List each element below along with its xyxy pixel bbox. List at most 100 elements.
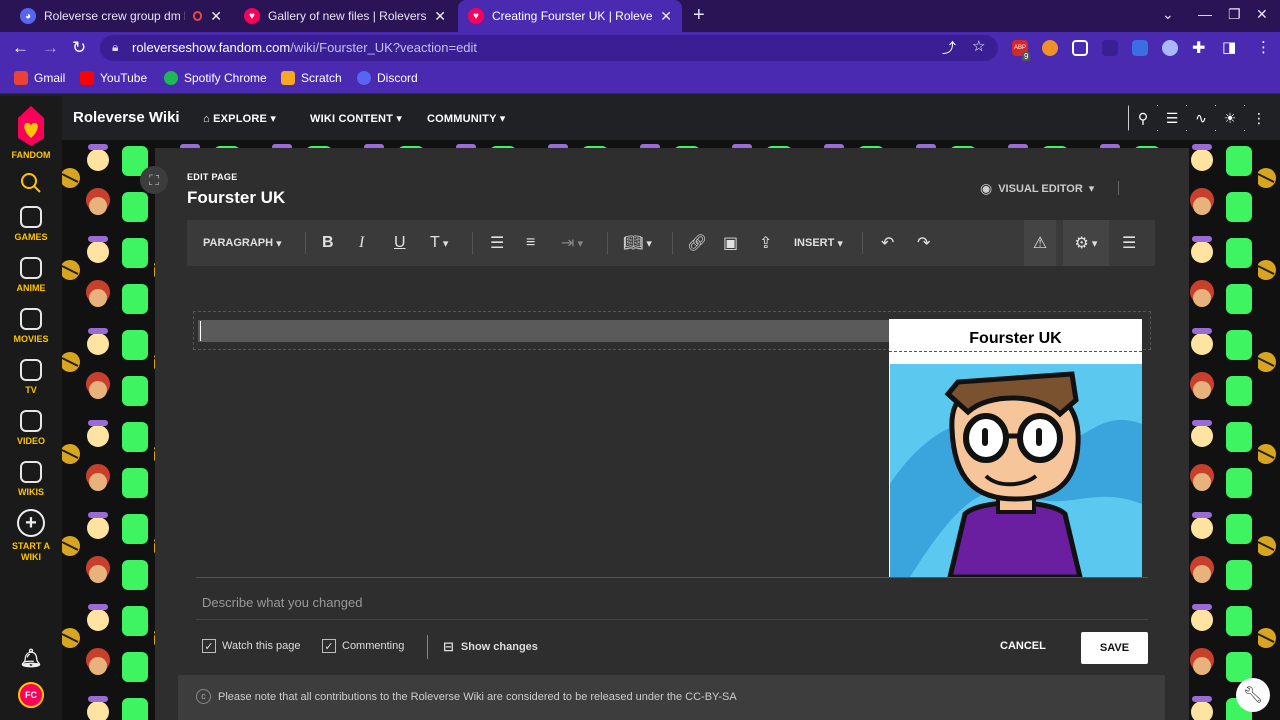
- extensions-puzzle-icon[interactable]: ✚: [1192, 38, 1205, 58]
- bookmark-discord[interactable]: Discord: [357, 71, 418, 85]
- cite-book-icon[interactable]: 📖︎ ▾: [623, 220, 652, 266]
- adblock-badge: 9: [1022, 52, 1031, 61]
- bookmark-scratch[interactable]: Scratch: [281, 71, 342, 85]
- movies-icon: [20, 308, 42, 330]
- rail-item-movies[interactable]: MOVIES: [0, 308, 62, 344]
- undo-icon[interactable]: ↶: [881, 220, 894, 266]
- extension-icon[interactable]: [1042, 40, 1058, 56]
- bold-icon[interactable]: B: [322, 220, 334, 266]
- bookmark-spotify[interactable]: Spotify Chrome: [164, 71, 267, 85]
- fandom-icon: ♥: [244, 8, 260, 24]
- translate-icon[interactable]: [1132, 40, 1148, 56]
- theme-toggle-icon[interactable]: ☀: [1216, 105, 1244, 131]
- infobox[interactable]: Fourster UK: [889, 319, 1142, 577]
- paragraph-format-dropdown[interactable]: PARAGRAPH ▾: [203, 220, 282, 266]
- nav-community[interactable]: COMMUNITY ▾: [427, 112, 505, 125]
- rail-item-anime[interactable]: ANIME: [0, 257, 62, 293]
- edit-summary-input[interactable]: Describe what you changed: [202, 595, 362, 610]
- reload-icon[interactable]: ↻: [72, 38, 86, 58]
- bookmark-star-icon[interactable]: ☆: [972, 37, 985, 55]
- side-panel-icon[interactable]: ◨: [1222, 38, 1236, 56]
- upload-icon[interactable]: ⇪: [759, 220, 772, 266]
- more-options-icon[interactable]: ⋮: [1245, 105, 1273, 131]
- text-style-dropdown[interactable]: T ▾: [430, 220, 448, 266]
- back-icon[interactable]: ←: [12, 38, 29, 58]
- fandom-logo[interactable]: FANDOM: [0, 104, 62, 160]
- share-icon[interactable]: ⤴: [942, 38, 956, 58]
- italic-icon[interactable]: I: [359, 220, 364, 266]
- rail-item-tv[interactable]: TV: [0, 359, 62, 395]
- redo-icon[interactable]: ↷: [917, 220, 930, 266]
- user-avatar[interactable]: FC: [0, 682, 62, 708]
- watch-page-label: Watch this page: [222, 640, 301, 652]
- forward-icon[interactable]: →: [42, 38, 59, 58]
- bookmark-gmail[interactable]: Gmail: [14, 71, 65, 85]
- tv-icon: [20, 359, 42, 381]
- warning-notice-icon[interactable]: ⚠: [1024, 220, 1056, 266]
- nav-explore[interactable]: ⌂ EXPLORE ▾: [203, 112, 276, 125]
- lens-icon[interactable]: [1162, 40, 1178, 56]
- fullscreen-toggle-icon[interactable]: ⛶: [140, 166, 168, 194]
- address-bar[interactable]: 🔒︎ roleverseshow.fandom.com/wiki/Fourste…: [100, 35, 998, 61]
- nav-wiki-content[interactable]: WIKI CONTENT ▾: [310, 112, 402, 125]
- close-tab-icon[interactable]: ✕: [210, 8, 222, 25]
- indent-dropdown[interactable]: ⇥ ▾: [561, 220, 583, 266]
- link-icon[interactable]: 🔗︎: [687, 220, 707, 266]
- save-button[interactable]: SAVE: [1081, 632, 1148, 664]
- url-host: roleverseshow.fandom.com: [132, 40, 291, 55]
- screen-capture-icon[interactable]: [1072, 40, 1088, 56]
- paragraph-block[interactable]: [198, 320, 890, 342]
- extension-icon[interactable]: [1102, 40, 1118, 56]
- underline-icon[interactable]: U: [394, 220, 406, 266]
- minimize-icon[interactable]: —: [1198, 6, 1212, 22]
- rail-item-games[interactable]: GAMES: [0, 206, 62, 242]
- tab-title: Roleverse crew group dm be: [44, 9, 185, 23]
- tab-creating-fourster[interactable]: ♥ Creating Fourster UK | Roleverse ✕: [458, 0, 682, 32]
- tab-search-icon[interactable]: ⌄: [1162, 6, 1174, 23]
- bookmark-label: Gmail: [34, 71, 66, 85]
- bookmark-youtube[interactable]: YouTube: [80, 71, 147, 85]
- new-tab-button[interactable]: +: [693, 4, 705, 27]
- image-icon[interactable]: ▣: [723, 220, 738, 266]
- numbered-list-icon[interactable]: ≡: [526, 220, 535, 266]
- search-icon[interactable]: [0, 172, 62, 196]
- notifications-bell-icon[interactable]: 🔔︎: [0, 648, 62, 669]
- bullet-list-icon[interactable]: ☰: [490, 220, 504, 266]
- show-changes-button[interactable]: ⊟ Show changes: [443, 639, 538, 655]
- hamburger-menu-icon[interactable]: ☰: [1122, 220, 1136, 266]
- rail-label: VIDEO: [16, 436, 45, 446]
- search-icon[interactable]: ⚲: [1129, 105, 1157, 131]
- tab-gallery[interactable]: ♥ Gallery of new files | Roleverse W ✕: [234, 0, 456, 32]
- rail-label: GAMES: [14, 232, 48, 242]
- close-tab-icon[interactable]: ✕: [434, 8, 446, 25]
- rail-item-video[interactable]: VIDEO: [0, 410, 62, 446]
- browser-tab-bar: ◕ Roleverse crew group dm be ✕ ♥ Gallery…: [0, 0, 1280, 32]
- insert-dropdown[interactable]: INSERT ▾: [794, 220, 843, 266]
- page-settings-gear-icon[interactable]: ⚙ ▾: [1063, 220, 1109, 266]
- divider: [427, 635, 428, 659]
- cancel-button[interactable]: CANCEL: [1000, 640, 1046, 652]
- tab-discord[interactable]: ◕ Roleverse crew group dm be ✕: [10, 0, 232, 32]
- menu-kebab-icon[interactable]: ⋮: [1256, 38, 1271, 56]
- close-window-icon[interactable]: ✕: [1256, 6, 1268, 23]
- wrench-tools-icon[interactable]: 🔧︎: [1236, 678, 1270, 712]
- rail-item-start-wiki[interactable]: + START A WIKI: [0, 509, 62, 563]
- tab-title: Creating Fourster UK | Roleverse: [492, 9, 653, 23]
- discussions-icon[interactable]: ☰: [1158, 105, 1186, 131]
- maximize-icon[interactable]: ❐: [1228, 6, 1241, 23]
- wiki-name[interactable]: Roleverse Wiki: [73, 109, 180, 126]
- url-text: roleverseshow.fandom.com/wiki/Fourster_U…: [132, 40, 477, 55]
- watch-page-checkbox[interactable]: ✓ Watch this page: [202, 639, 300, 653]
- divider: [305, 232, 306, 254]
- recent-activity-icon[interactable]: ∿: [1187, 105, 1215, 131]
- rail-item-wikis[interactable]: WIKIS: [0, 461, 62, 497]
- copyright-icon: c: [196, 689, 211, 704]
- divider: [472, 232, 473, 254]
- rail-label: WIKIS: [18, 487, 44, 497]
- avatar-initials: FC: [18, 682, 44, 708]
- divider: [1118, 181, 1119, 195]
- editor-mode-switch[interactable]: ◉ VISUAL EDITOR ▾: [980, 180, 1094, 197]
- checkmark-icon: ✓: [202, 639, 216, 653]
- commenting-checkbox[interactable]: ✓ Commenting: [322, 639, 404, 653]
- close-tab-icon[interactable]: ✕: [660, 8, 672, 25]
